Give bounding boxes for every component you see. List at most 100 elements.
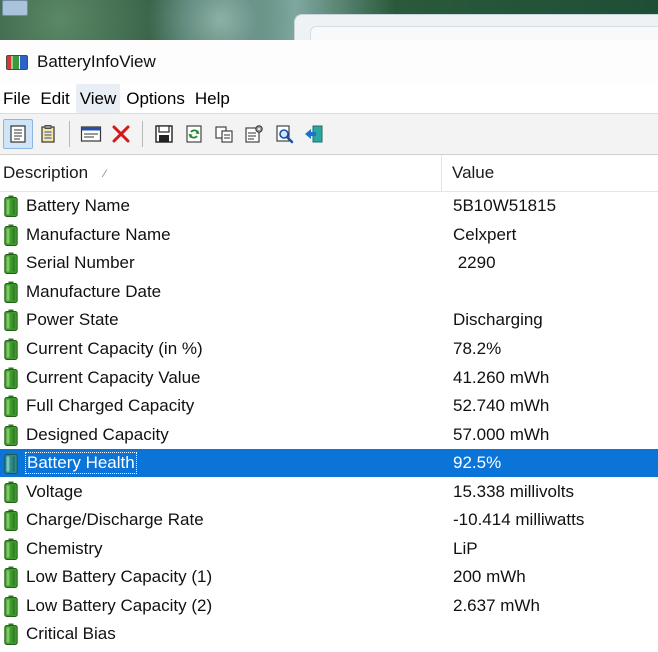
properties-button[interactable] xyxy=(239,119,269,149)
row-description-cell: Low Battery Capacity (2) xyxy=(0,595,442,617)
battery-icon-wrap xyxy=(4,566,18,589)
find-icon xyxy=(276,125,294,144)
row-description-cell: Voltage xyxy=(0,481,442,503)
list-row[interactable]: Current Capacity (in %) 78.2% xyxy=(0,335,658,364)
column-header-value[interactable]: Value xyxy=(442,155,658,191)
row-description: Manufacture Name xyxy=(26,224,171,244)
row-value: 15.338 millivolts xyxy=(453,481,574,501)
desktop-background xyxy=(0,0,658,40)
row-description: Serial Number xyxy=(26,253,135,273)
battery-icon xyxy=(4,538,18,560)
row-description: Current Capacity (in %) xyxy=(26,339,203,358)
row-description-cell: Serial Number xyxy=(0,252,442,275)
list-row[interactable]: Manufacture Date xyxy=(0,278,658,307)
battery-icon-wrap xyxy=(4,538,18,560)
row-description: Charge/Discharge Rate xyxy=(26,510,204,530)
list-row[interactable]: Battery Name 5B10W51815 xyxy=(0,192,658,221)
menu-view[interactable]: View xyxy=(75,84,121,113)
row-description-cell: Current Capacity Value xyxy=(0,367,442,389)
row-value: 92.5% xyxy=(453,453,502,473)
menu-bar: File Edit View Options Help xyxy=(0,84,658,113)
list-row[interactable]: Charge/Discharge Rate -10.414 milliwatts xyxy=(0,506,658,535)
delete-button[interactable] xyxy=(106,119,136,149)
properties-window-button[interactable] xyxy=(76,119,106,149)
list-row[interactable]: Battery Health 92.5% xyxy=(0,448,658,478)
list-row[interactable]: Full Charged Capacity 52.740 mWh xyxy=(0,392,658,421)
html-report-all-icon xyxy=(41,125,55,143)
battery-icon-wrap xyxy=(4,509,18,532)
row-description: Chemistry xyxy=(26,538,103,558)
row-description-cell: Current Capacity (in %) xyxy=(0,338,442,360)
list-row[interactable]: Voltage 15.338 millivolts xyxy=(0,477,658,506)
row-value: 2290 xyxy=(453,253,496,273)
html-report-selected-icon xyxy=(10,125,26,143)
desktop-wallpaper-detail xyxy=(120,0,320,40)
row-description: Current Capacity Value xyxy=(26,367,201,387)
list-header: Description ⁄ Value xyxy=(0,155,658,192)
list-row[interactable]: Current Capacity Value 41.260 mWh xyxy=(0,363,658,392)
list-row[interactable]: Critical Bias xyxy=(0,620,658,649)
delete-icon xyxy=(112,125,130,143)
menu-options[interactable]: Options xyxy=(122,84,189,113)
refresh-button[interactable] xyxy=(179,119,209,149)
html-report-all-button[interactable] xyxy=(33,119,63,149)
save-button[interactable] xyxy=(149,119,179,149)
title-bar[interactable]: BatteryInfoView xyxy=(0,40,658,84)
row-value: 2.637 mWh xyxy=(453,595,540,615)
battery-icon xyxy=(4,395,18,418)
battery-icon xyxy=(4,252,18,275)
desktop-shortcut-icon[interactable] xyxy=(2,0,28,16)
copy-icon xyxy=(215,126,233,143)
column-header-value-label: Value xyxy=(452,163,495,182)
background-window-panel xyxy=(310,26,658,40)
list-row[interactable]: Low Battery Capacity (1) 200 mWh xyxy=(0,563,658,592)
row-value: 41.260 mWh xyxy=(453,367,550,387)
row-description-cell: Critical Bias xyxy=(0,623,442,646)
battery-icon xyxy=(4,595,18,617)
menu-file[interactable]: File xyxy=(0,84,34,113)
row-description: Designed Capacity xyxy=(26,424,169,444)
battery-icon-wrap xyxy=(4,195,18,218)
battery-info-list[interactable]: Battery Name 5B10W51815 Manufacture Name… xyxy=(0,192,658,649)
list-row[interactable]: Designed Capacity 57.000 mWh xyxy=(0,420,658,449)
row-value: Celxpert xyxy=(453,224,517,244)
battery-icon xyxy=(4,424,18,446)
list-row[interactable]: Serial Number 2290 xyxy=(0,249,658,278)
toolbar-separator xyxy=(69,121,70,147)
exit-icon xyxy=(305,125,323,143)
row-description-cell: Manufacture Date xyxy=(0,281,442,303)
battery-icon-wrap xyxy=(4,224,18,246)
html-report-selected-button[interactable] xyxy=(3,119,33,149)
battery-icon xyxy=(4,481,18,503)
list-row[interactable]: Low Battery Capacity (2) 2.637 mWh xyxy=(0,592,658,621)
refresh-icon xyxy=(186,125,202,143)
row-description: Full Charged Capacity xyxy=(26,396,195,416)
row-description: Voltage xyxy=(26,481,83,501)
exit-button[interactable] xyxy=(299,119,329,149)
toolbar xyxy=(0,113,658,155)
row-value: 57.000 mWh xyxy=(453,424,550,444)
window-title: BatteryInfoView xyxy=(37,52,156,71)
battery-icon-wrap xyxy=(4,452,18,475)
column-header-description[interactable]: Description ⁄ xyxy=(0,155,442,191)
menu-edit[interactable]: Edit xyxy=(36,84,73,113)
menu-help[interactable]: Help xyxy=(191,84,234,113)
list-row[interactable]: Power State Discharging xyxy=(0,306,658,335)
row-description: Critical Bias xyxy=(26,624,116,644)
row-value: 52.740 mWh xyxy=(453,396,550,416)
row-description: Low Battery Capacity (2) xyxy=(26,595,213,615)
battery-icon-wrap xyxy=(4,309,18,332)
list-row[interactable]: Chemistry LiP xyxy=(0,535,658,564)
copy-button[interactable] xyxy=(209,119,239,149)
find-button[interactable] xyxy=(269,119,299,149)
battery-icon xyxy=(4,452,18,475)
battery-icon-wrap xyxy=(4,481,18,503)
battery-icon xyxy=(4,338,18,360)
row-value: 78.2% xyxy=(453,339,502,358)
properties-window-icon xyxy=(80,126,102,142)
row-description-cell: Manufacture Name xyxy=(0,224,442,246)
column-header-description-label: Description xyxy=(3,163,89,182)
list-row[interactable]: Manufacture Name Celxpert xyxy=(0,221,658,250)
row-description-cell: Designed Capacity xyxy=(0,424,442,446)
row-description: Power State xyxy=(26,310,119,330)
